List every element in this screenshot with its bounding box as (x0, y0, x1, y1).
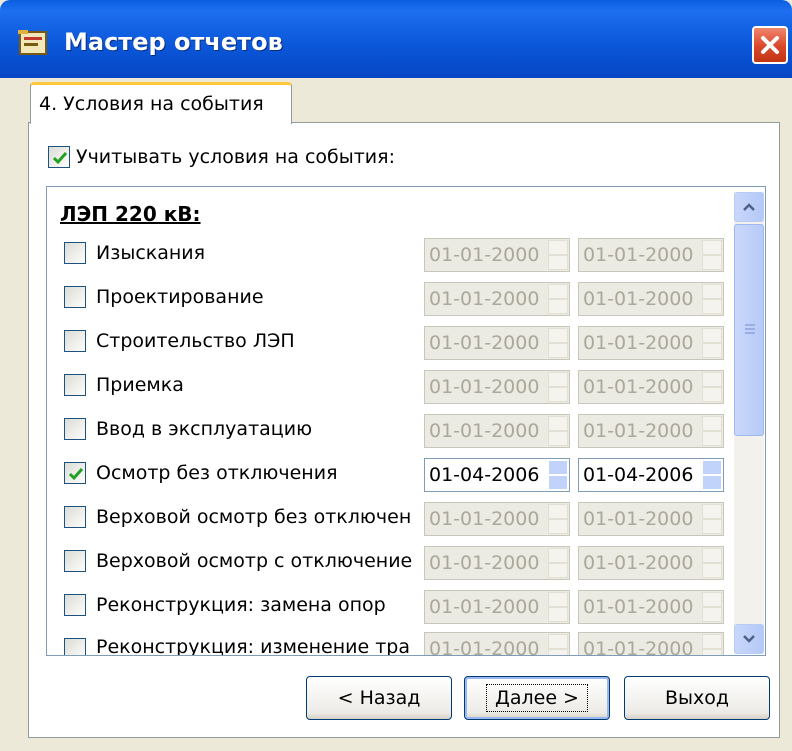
start-date-picker[interactable]: 01-01-2000 (424, 632, 570, 655)
scroll-down-button[interactable] (734, 624, 764, 654)
event-row: Реконструкция: изменение тра 01-01-2000 … (0, 0, 792, 655)
chevron-down-icon (743, 635, 755, 643)
exit-button[interactable]: Выход (624, 676, 770, 720)
event-label: Реконструкция: изменение тра (96, 636, 410, 655)
end-date-picker[interactable]: 01-01-2000 (578, 632, 724, 655)
scroll-thumb[interactable] (734, 224, 764, 436)
next-button[interactable]: Далее > (464, 676, 610, 720)
date-spinner[interactable] (548, 634, 568, 655)
back-button[interactable]: < Назад (306, 676, 452, 720)
vertical-scrollbar[interactable] (734, 192, 764, 654)
report-wizard-window: Мастер отчетов 4. Условия на события Учи… (0, 0, 792, 751)
back-button-label: < Назад (337, 687, 421, 709)
grip-icon (745, 324, 755, 334)
date-spinner[interactable] (702, 634, 722, 655)
next-button-label: Далее > (486, 684, 588, 712)
chevron-up-icon (743, 203, 755, 211)
end-date-value: 01-01-2000 (583, 638, 694, 655)
start-date-value: 01-01-2000 (429, 638, 540, 655)
exit-button-label: Выход (664, 687, 730, 709)
scroll-up-button[interactable] (734, 192, 764, 222)
event-checkbox[interactable] (64, 638, 86, 655)
